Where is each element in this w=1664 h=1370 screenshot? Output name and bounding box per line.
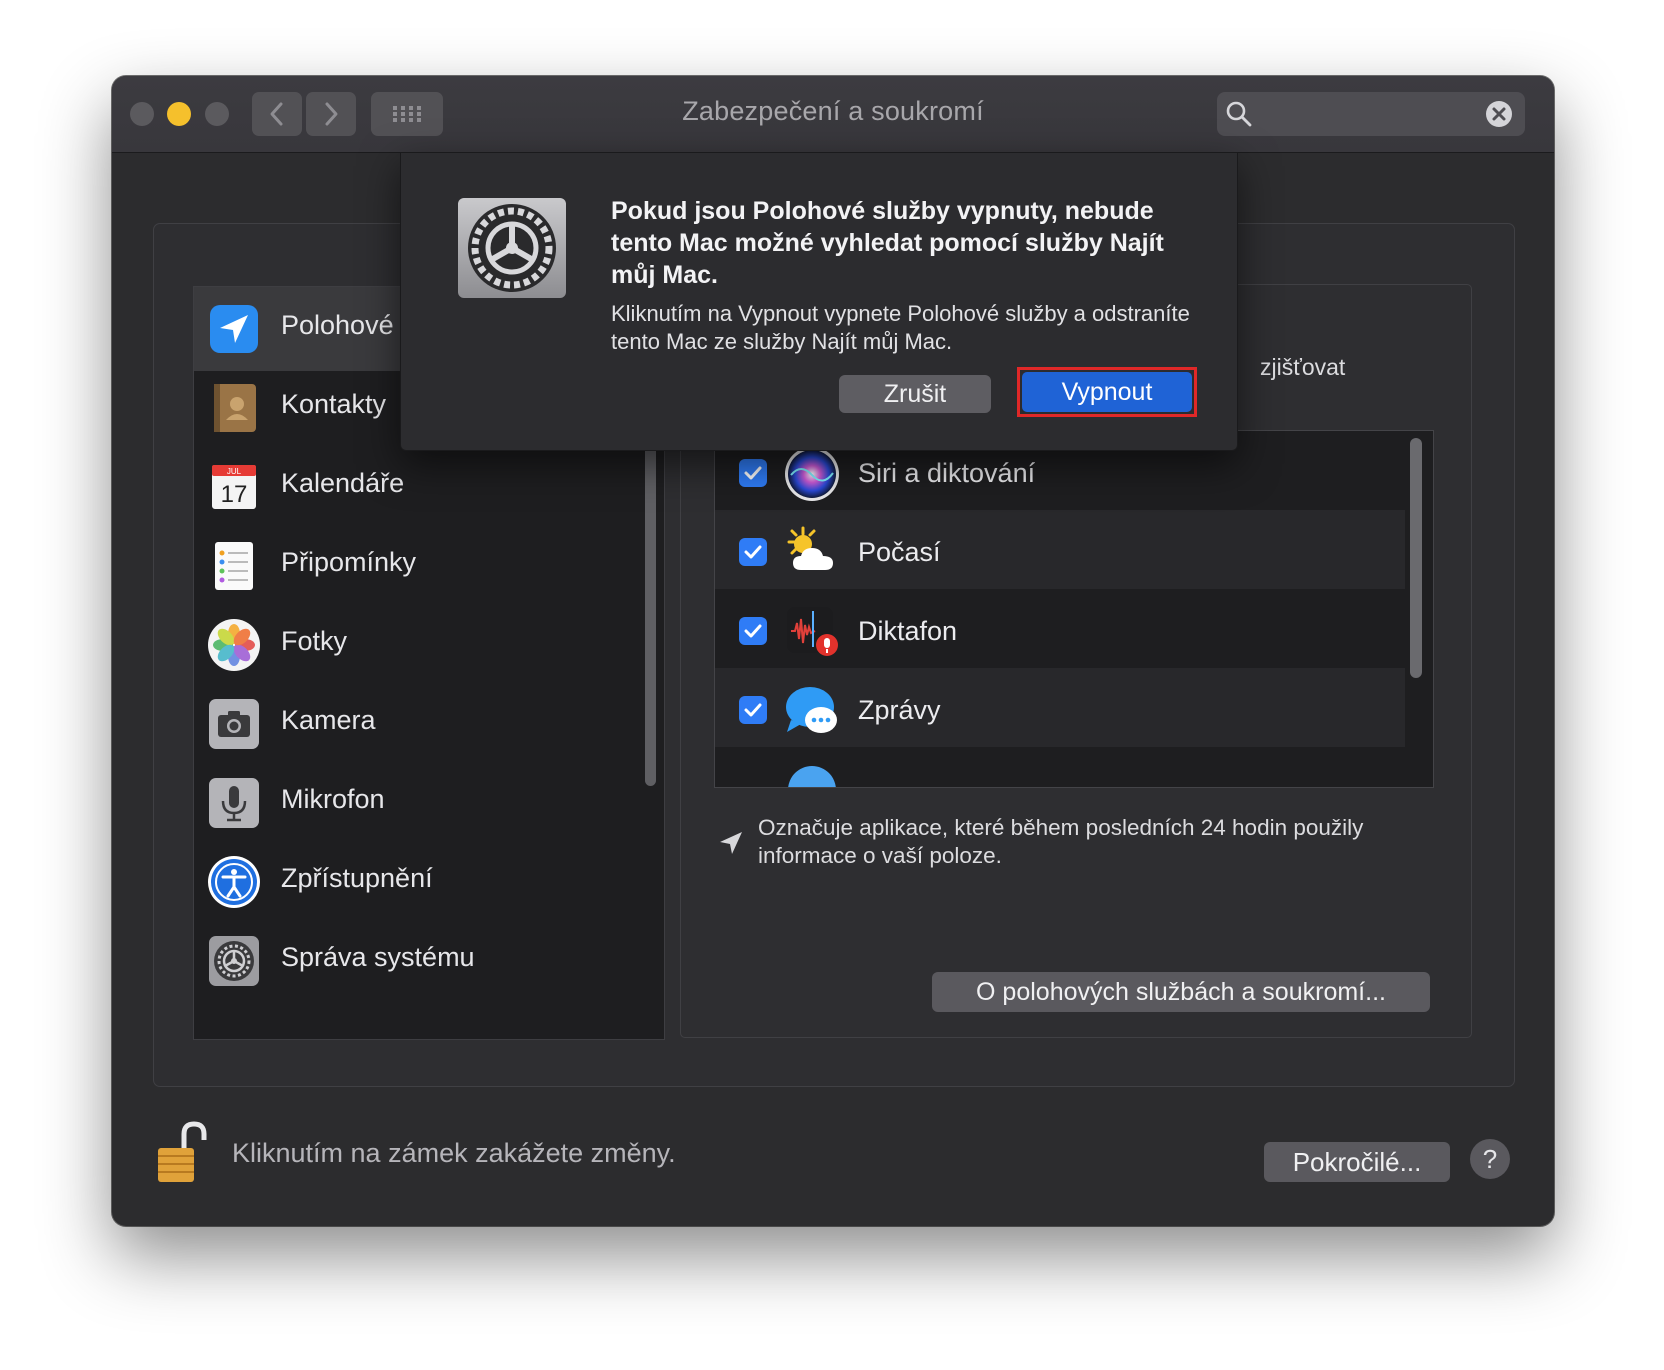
sidebar-item-label: Kontakty (281, 389, 387, 419)
system-prefs-icon (209, 936, 259, 986)
sidebar-item-label: Připomínky (281, 547, 417, 577)
unlocked-padlock-icon[interactable] (154, 1120, 210, 1186)
search-icon (1226, 101, 1252, 127)
partial-description-text: zjišťovat (1260, 354, 1346, 380)
sidebar-item-accessibility[interactable]: Zpřístupnění (194, 840, 634, 924)
preferences-window: Zabezpečení a soukromí Polohové s Kontak… (112, 76, 1554, 1226)
help-button[interactable]: ? (1470, 1139, 1510, 1179)
app-checkbox[interactable] (739, 538, 767, 566)
app-label: Diktafon (858, 616, 958, 646)
app-list-scrollbar[interactable] (1410, 438, 1422, 678)
app-list[interactable]: Siri a diktování Počasí Diktafon Zprávy (714, 430, 1434, 788)
app-checkbox[interactable] (739, 617, 767, 645)
app-checkbox[interactable] (739, 696, 767, 724)
dialog-title: Pokud jsou Polohové služby vypnuty, nebu… (611, 197, 1164, 289)
sidebar-item-microphone[interactable]: Mikrofon (194, 761, 634, 845)
calendar-icon: JUL 17 (212, 465, 256, 509)
disable-location-dialog: Pokud jsou Polohové služby vypnuty, nebu… (400, 152, 1238, 451)
title-bar: Zabezpečení a soukromí (112, 76, 1554, 153)
checkmark-icon (744, 466, 762, 480)
app-label: Zprávy (858, 695, 941, 725)
accessibility-icon (208, 856, 260, 908)
list-item[interactable]: Diktafon (715, 589, 1405, 673)
list-item[interactable]: Počasí (715, 510, 1405, 594)
sidebar-item-photos[interactable]: Fotky (194, 603, 634, 687)
search-field[interactable] (1217, 92, 1525, 136)
list-item[interactable]: Zprávy (715, 668, 1405, 752)
microphone-icon (209, 778, 259, 828)
sidebar-item-label: Správa systému (281, 942, 475, 972)
sidebar-item-system-administration[interactable]: Správa systému (194, 919, 634, 1003)
dialog-message: Kliknutím na Vypnout vypnete Polohové sl… (611, 301, 1190, 354)
reminders-icon (215, 542, 253, 590)
checkmark-icon (744, 545, 762, 559)
sidebar-scrollbar[interactable] (645, 436, 656, 786)
list-item[interactable] (715, 747, 1405, 787)
app-label: Počasí (858, 537, 941, 567)
camera-icon (209, 699, 259, 749)
siri-icon (785, 447, 839, 501)
partial-app-icon (788, 766, 836, 787)
sidebar-item-reminders[interactable]: Připomínky (194, 524, 634, 608)
calendar-month: JUL (227, 467, 242, 476)
contacts-icon (214, 384, 256, 432)
photos-icon (208, 619, 260, 671)
clear-search-icon[interactable] (1485, 100, 1513, 128)
app-checkbox[interactable] (739, 459, 767, 487)
weather-icon (787, 526, 833, 570)
sidebar-item-camera[interactable]: Kamera (194, 682, 634, 766)
cancel-button[interactable]: Zrušit (839, 375, 991, 413)
sidebar-item-label: Fotky (281, 626, 348, 656)
sidebar-item-label: Mikrofon (281, 784, 385, 814)
advanced-button[interactable]: Pokročilé... (1264, 1142, 1450, 1182)
checkmark-icon (744, 703, 762, 717)
voice-memos-icon (787, 607, 838, 656)
sidebar-item-label: Kamera (281, 705, 376, 735)
recent-location-note: Označuje aplikace, které během posledníc… (758, 815, 1364, 868)
lock-instruction-text: Kliknutím na zámek zakážete změny. (232, 1138, 676, 1168)
location-arrow-outline-icon (720, 832, 742, 854)
sidebar-item-calendars[interactable]: JUL 17 Kalendáře (194, 445, 634, 529)
about-location-privacy-button[interactable]: O polohových službách a soukromí... (932, 972, 1430, 1012)
sidebar-item-label: Zpřístupnění (281, 863, 433, 893)
calendar-day: 17 (221, 481, 248, 508)
system-preferences-gear-icon (458, 198, 566, 298)
messages-icon (786, 687, 837, 733)
checkmark-icon (744, 624, 762, 638)
sidebar-item-label: Polohové s (281, 310, 415, 340)
app-label: Siri a diktování (858, 458, 1036, 488)
sidebar-item-label: Kalendáře (281, 468, 405, 498)
location-arrow-icon (210, 305, 258, 353)
turn-off-button[interactable]: Vypnout (1022, 372, 1192, 412)
